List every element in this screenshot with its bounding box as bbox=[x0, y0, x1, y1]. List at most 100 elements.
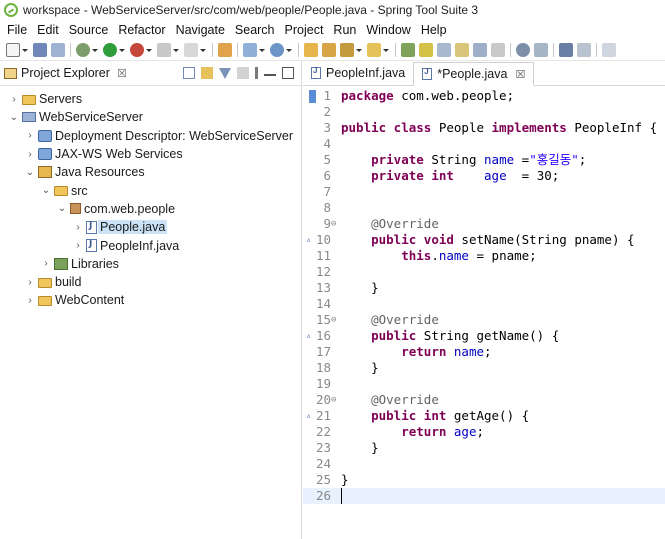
stop-icon[interactable] bbox=[157, 42, 171, 57]
maximize-icon[interactable] bbox=[282, 67, 294, 79]
tree-item[interactable]: ⌄ Java Resources bbox=[0, 163, 301, 181]
chevron-right-icon[interactable]: › bbox=[24, 149, 36, 160]
chevron-down-icon[interactable]: ⌄ bbox=[40, 185, 52, 196]
tab-peopleinf-java[interactable]: PeopleInf.java bbox=[303, 61, 413, 85]
code-line: 1 package com.web.people; bbox=[303, 88, 665, 104]
external-tools-icon[interactable] bbox=[130, 42, 144, 57]
save-icon[interactable] bbox=[33, 42, 47, 57]
chevron-down-icon[interactable] bbox=[92, 43, 98, 57]
tree-item[interactable]: ⌄ WebServiceServer bbox=[0, 108, 301, 126]
tree-item[interactable]: ⌄ com.web.people bbox=[0, 200, 301, 218]
chevron-down-icon[interactable]: ⌄ bbox=[8, 112, 20, 123]
menu-window[interactable]: Window bbox=[361, 23, 415, 37]
pkg-icon bbox=[70, 203, 81, 215]
chevron-down-icon[interactable] bbox=[22, 43, 28, 57]
annotation-icon[interactable] bbox=[534, 42, 548, 57]
debug-icon[interactable] bbox=[76, 42, 90, 57]
block-selection-icon[interactable] bbox=[437, 42, 451, 57]
whitespace-icon[interactable] bbox=[473, 42, 487, 57]
minimize-icon[interactable] bbox=[264, 74, 276, 76]
chevron-right-icon[interactable]: › bbox=[24, 130, 36, 141]
pilcrow-icon[interactable] bbox=[491, 42, 505, 57]
tree-item[interactable]: › Libraries bbox=[0, 255, 301, 273]
close-icon[interactable]: ☒ bbox=[117, 67, 127, 80]
chevron-down-icon[interactable] bbox=[356, 43, 362, 57]
chevron-down-icon[interactable] bbox=[173, 43, 179, 57]
line-number: 26 bbox=[315, 488, 331, 503]
line-number: 9 bbox=[323, 216, 331, 231]
filter-icon[interactable] bbox=[219, 67, 231, 79]
code-line: 5 private String name ="홍길동"; bbox=[303, 152, 665, 168]
menu-source[interactable]: Source bbox=[64, 23, 114, 37]
highlight-icon[interactable] bbox=[419, 42, 433, 57]
chevron-down-icon[interactable] bbox=[286, 43, 292, 57]
console-icon[interactable] bbox=[559, 42, 573, 57]
chevron-down-icon[interactable] bbox=[200, 43, 206, 57]
fold-toggle-icon[interactable]: ⊖ bbox=[331, 392, 341, 408]
chevron-right-icon[interactable]: › bbox=[72, 240, 84, 251]
javafile-icon bbox=[86, 220, 97, 234]
navigate-icon[interactable] bbox=[516, 42, 530, 57]
web-services-icon[interactable] bbox=[270, 42, 284, 57]
tree-item[interactable]: › WebContent bbox=[0, 291, 301, 309]
chevron-right-icon[interactable]: › bbox=[72, 222, 84, 233]
toggle-mark-icon[interactable] bbox=[401, 42, 415, 57]
chevron-down-icon[interactable]: ⌄ bbox=[24, 167, 36, 178]
toolbar-separator bbox=[553, 42, 554, 57]
collapse-all-icon[interactable] bbox=[183, 67, 195, 79]
focus-icon[interactable] bbox=[237, 67, 249, 79]
menu-navigate[interactable]: Navigate bbox=[171, 23, 230, 37]
folder-icon bbox=[38, 277, 52, 288]
menu-run[interactable]: Run bbox=[328, 23, 361, 37]
project-explorer-title[interactable]: Project Explorer bbox=[21, 66, 110, 80]
menu-help[interactable]: Help bbox=[416, 23, 452, 37]
tree-item[interactable]: › Servers bbox=[0, 90, 301, 108]
history-icon[interactable] bbox=[577, 42, 591, 57]
tree-item[interactable]: ⌄ src bbox=[0, 181, 301, 199]
chevron-right-icon[interactable]: › bbox=[24, 277, 36, 288]
new-server-icon[interactable] bbox=[243, 42, 257, 57]
new-icon[interactable] bbox=[6, 42, 20, 57]
chevron-right-icon[interactable]: › bbox=[40, 258, 52, 269]
menu-file[interactable]: File bbox=[2, 23, 32, 37]
tree-item[interactable]: › PeopleInf.java bbox=[0, 236, 301, 254]
save-all-icon[interactable] bbox=[51, 42, 65, 57]
menu-edit[interactable]: Edit bbox=[32, 23, 64, 37]
tree-item[interactable]: › build bbox=[0, 273, 301, 291]
tree-item[interactable]: › People.java bbox=[0, 218, 301, 236]
title-bar: workspace - WebServiceServer/src/com/web… bbox=[0, 0, 665, 20]
chevron-right-icon[interactable]: › bbox=[24, 295, 36, 306]
coverage-icon[interactable] bbox=[184, 42, 198, 57]
run-icon[interactable] bbox=[103, 42, 117, 57]
menu-search[interactable]: Search bbox=[230, 23, 280, 37]
code-text: public int getAge() { bbox=[371, 408, 530, 423]
view-menu-icon[interactable] bbox=[255, 67, 258, 79]
open-type-icon[interactable] bbox=[218, 42, 232, 57]
chevron-down-icon[interactable] bbox=[383, 43, 389, 57]
forward-icon[interactable] bbox=[602, 42, 616, 57]
link-editor-icon[interactable] bbox=[201, 67, 213, 79]
fold-toggle-icon[interactable]: ⊖ bbox=[331, 312, 341, 328]
chevron-down-icon[interactable] bbox=[259, 43, 265, 57]
word-wrap-icon[interactable] bbox=[455, 42, 469, 57]
menu-project[interactable]: Project bbox=[280, 23, 329, 37]
chevron-down-icon[interactable] bbox=[119, 43, 125, 57]
close-icon[interactable]: ☒ bbox=[515, 68, 525, 81]
tree-item[interactable]: › Deployment Descriptor: WebServiceServer bbox=[0, 127, 301, 145]
chevron-right-icon[interactable]: › bbox=[8, 94, 20, 105]
tab-people-java[interactable]: *People.java ☒ bbox=[413, 62, 535, 86]
code-editor[interactable]: 1 package com.web.people; 2 3 public class P… bbox=[303, 86, 665, 539]
search-icon[interactable] bbox=[340, 42, 354, 57]
toolbar-separator bbox=[298, 42, 299, 57]
chevron-down-icon[interactable] bbox=[146, 43, 152, 57]
line-number: 7 bbox=[323, 184, 331, 199]
project-explorer-header: Project Explorer ☒ bbox=[0, 61, 301, 86]
fold-toggle-icon[interactable]: ⊖ bbox=[331, 216, 341, 232]
menu-refactor[interactable]: Refactor bbox=[113, 23, 170, 37]
open-folder-icon[interactable] bbox=[304, 42, 318, 57]
open-resource-icon[interactable] bbox=[322, 42, 336, 57]
task-icon[interactable] bbox=[367, 42, 381, 57]
tree-item[interactable]: › JAX-WS Web Services bbox=[0, 145, 301, 163]
chevron-down-icon[interactable]: ⌄ bbox=[56, 203, 68, 214]
java-file-icon bbox=[311, 66, 321, 79]
